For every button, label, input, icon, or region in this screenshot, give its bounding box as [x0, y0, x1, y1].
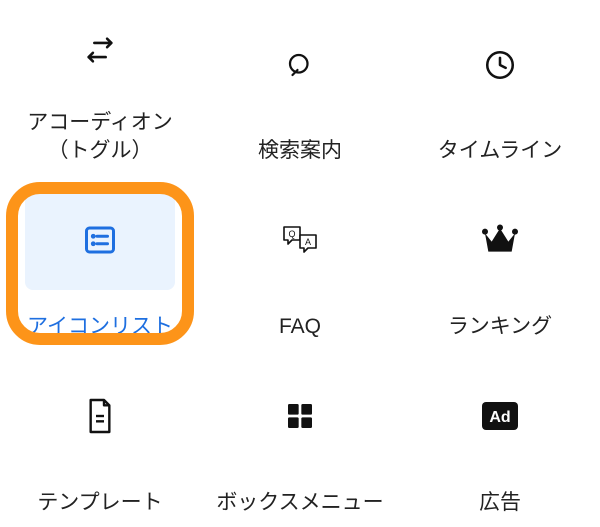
block-picker-grid: アコーディオン （トグル） 検索案内 タイムラインアイコンリスト QA FAQ ランキング… [0, 0, 600, 527]
block-option-faq[interactable]: QA FAQ [200, 176, 400, 352]
icon-list-icon [82, 222, 118, 258]
block-option-crown[interactable]: ランキング [400, 176, 600, 352]
block-option-ad[interactable]: Ad 広告 [400, 351, 600, 527]
ad-icon: Ad [480, 400, 520, 432]
block-option-label: 広告 [479, 489, 521, 517]
clock-icon [483, 48, 517, 82]
block-option-toggle[interactable]: アコーディオン （トグル） [0, 0, 200, 176]
block-option-label: アイコンリスト [27, 313, 173, 341]
block-option-label: ボックスメニュー [216, 489, 383, 517]
block-option-label: ランキング [448, 313, 552, 341]
block-option-label: 検索案内 [258, 137, 342, 165]
search-icon [285, 50, 315, 80]
svg-text:A: A [305, 237, 311, 247]
block-option-icon-list[interactable]: アイコンリスト [0, 176, 200, 352]
block-option-label: タイムライン [438, 137, 563, 165]
svg-text:Q: Q [288, 229, 295, 239]
box-menu-icon [284, 400, 316, 432]
block-option-box-menu[interactable]: ボックスメニュー [200, 351, 400, 527]
faq-icon: QA [280, 222, 320, 258]
block-option-template[interactable]: テンプレート [0, 351, 200, 527]
block-option-label: テンプレート [37, 489, 162, 517]
block-option-label: アコーディオン （トグル） [27, 109, 173, 166]
crown-icon [480, 223, 520, 257]
block-option-search[interactable]: 検索案内 [200, 0, 400, 176]
svg-text:Ad: Ad [489, 409, 510, 426]
block-option-clock[interactable]: タイムライン [400, 0, 600, 176]
block-option-label: FAQ [279, 313, 321, 341]
toggle-icon [83, 33, 117, 67]
template-icon [84, 397, 116, 435]
